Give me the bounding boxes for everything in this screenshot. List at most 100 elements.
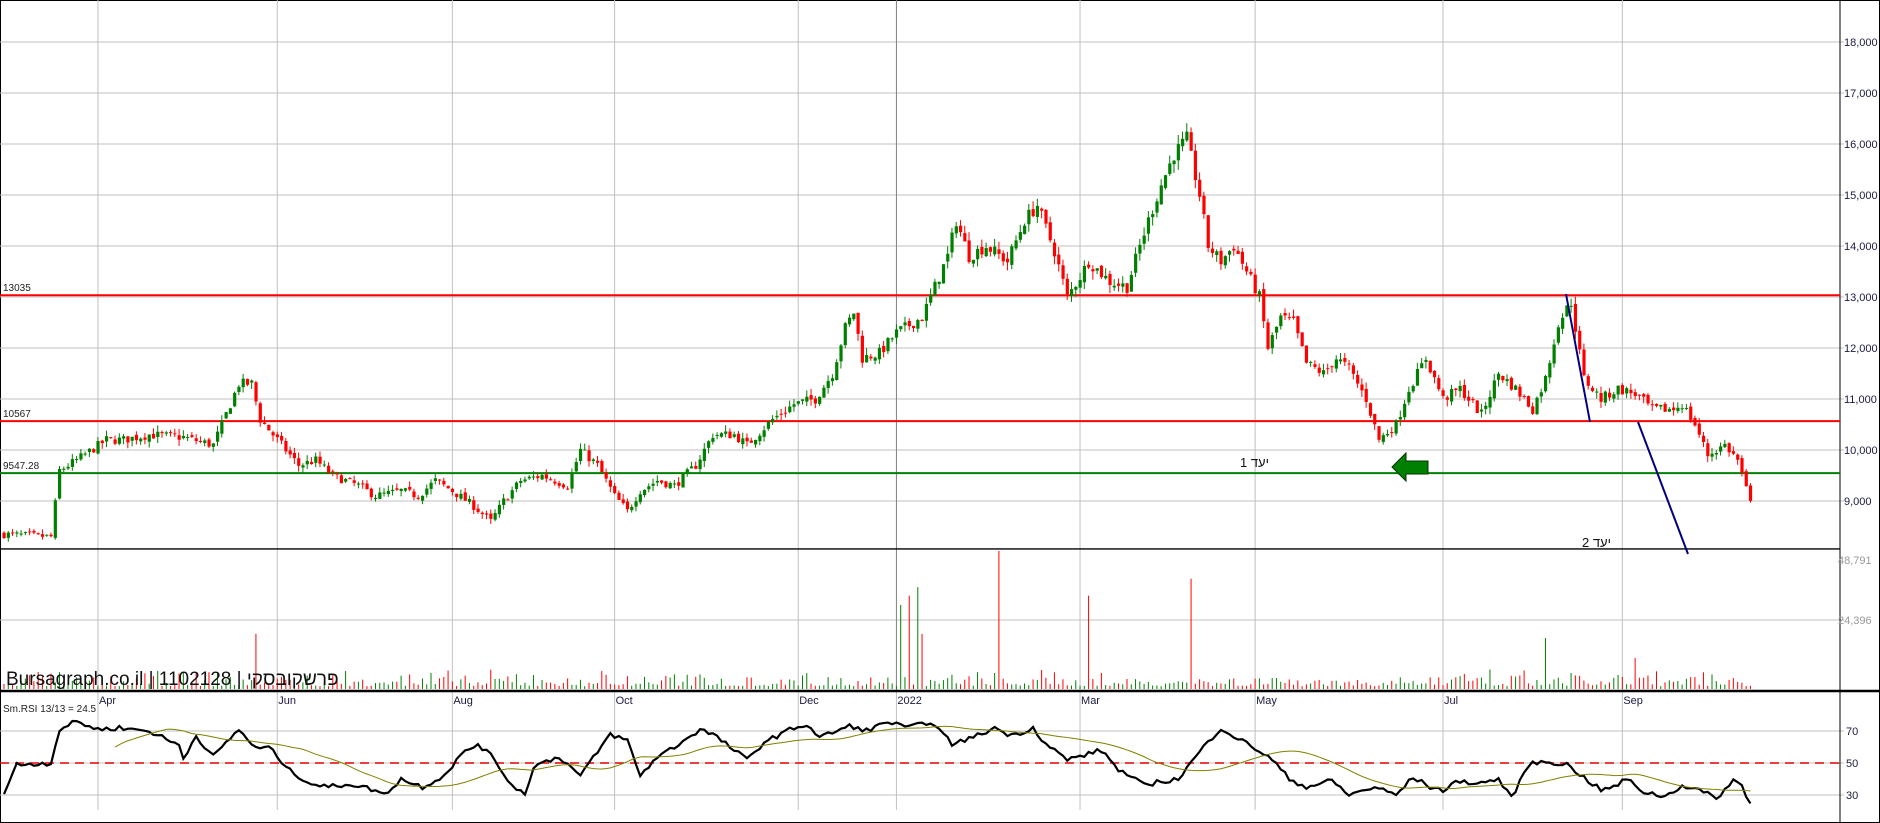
candle-up bbox=[147, 434, 151, 442]
price-tick-label: 9,000 bbox=[1844, 496, 1872, 508]
candle-up bbox=[301, 465, 305, 468]
candle-down bbox=[1057, 254, 1061, 265]
candle-down bbox=[1744, 471, 1748, 487]
candle-down bbox=[143, 437, 147, 440]
candle-down bbox=[1428, 360, 1432, 373]
candle-up bbox=[1223, 256, 1227, 266]
month-label: Sep bbox=[1623, 695, 1643, 707]
candle-down bbox=[1740, 458, 1744, 473]
candle-up bbox=[719, 433, 724, 437]
candle-down bbox=[284, 440, 288, 452]
candle-up bbox=[1151, 214, 1155, 218]
candle-down bbox=[309, 461, 314, 465]
candle-down bbox=[446, 485, 450, 489]
candle-up bbox=[954, 226, 958, 234]
candle-up bbox=[1595, 391, 1599, 393]
candle-up bbox=[1403, 403, 1407, 418]
level-label: 10567 bbox=[3, 409, 31, 420]
candle-down bbox=[1475, 400, 1479, 414]
candle-down bbox=[1304, 345, 1309, 363]
candle-up bbox=[382, 492, 386, 494]
candle-down bbox=[126, 436, 130, 443]
candle-down bbox=[395, 488, 399, 490]
candle-up bbox=[946, 253, 950, 262]
candle-up bbox=[578, 448, 583, 462]
candle-up bbox=[1155, 201, 1159, 213]
candle-up bbox=[766, 421, 771, 429]
candle-up bbox=[818, 396, 822, 404]
month-label: Apr bbox=[99, 695, 116, 707]
candle-up bbox=[724, 431, 728, 434]
candle-up bbox=[933, 281, 937, 296]
month-label: 2022 bbox=[897, 695, 921, 707]
candle-up bbox=[373, 497, 378, 499]
volume-tick-label: 24,396 bbox=[1838, 615, 1872, 627]
candle-up bbox=[993, 246, 997, 255]
candle-up bbox=[941, 264, 946, 284]
candle-down bbox=[856, 312, 860, 334]
target-2-label: יעד 2 bbox=[1582, 535, 1611, 550]
candle-down bbox=[608, 480, 613, 487]
candle-down bbox=[1326, 368, 1330, 370]
candle-up bbox=[574, 461, 578, 472]
candle-down bbox=[412, 491, 416, 498]
candle-up bbox=[1121, 283, 1125, 287]
candle-up bbox=[651, 483, 655, 486]
level-label: 9547.28 bbox=[3, 461, 40, 472]
candle-up bbox=[758, 435, 762, 442]
candle-up bbox=[6, 532, 10, 538]
candle-down bbox=[1518, 386, 1522, 397]
candle-up bbox=[822, 387, 826, 398]
candle-up bbox=[1411, 386, 1415, 392]
candle-down bbox=[1347, 363, 1351, 365]
candle-down bbox=[1432, 370, 1437, 378]
candle-up bbox=[224, 412, 228, 419]
candle-up bbox=[1181, 138, 1185, 147]
candle-up bbox=[1274, 326, 1279, 333]
candle-up bbox=[433, 478, 437, 481]
candle-down bbox=[1351, 365, 1356, 374]
candle-up bbox=[378, 492, 382, 499]
candle-down bbox=[1441, 390, 1445, 397]
candle-up bbox=[497, 504, 502, 515]
candle-down bbox=[544, 474, 548, 479]
candle-up bbox=[1112, 285, 1116, 288]
candle-down bbox=[177, 435, 181, 440]
candle-up bbox=[211, 443, 215, 447]
candle-down bbox=[297, 458, 301, 466]
candle-up bbox=[322, 464, 326, 466]
candle-down bbox=[813, 398, 817, 404]
target-1-label: יעד 1 bbox=[1240, 455, 1269, 470]
candle-up bbox=[1010, 246, 1014, 265]
candle-up bbox=[1227, 251, 1232, 255]
candle-down bbox=[967, 240, 971, 263]
candle-down bbox=[194, 438, 198, 442]
candle-up bbox=[220, 420, 224, 434]
candle-up bbox=[1385, 434, 1390, 436]
candle-up bbox=[1424, 359, 1428, 362]
candle-up bbox=[250, 380, 254, 383]
candle-up bbox=[1104, 275, 1108, 279]
candle-down bbox=[40, 534, 45, 537]
candle-down bbox=[660, 480, 664, 483]
candle-down bbox=[1065, 278, 1069, 295]
candle-up bbox=[75, 458, 79, 460]
candle-up bbox=[1309, 361, 1313, 363]
candle-down bbox=[369, 488, 373, 498]
candle-down bbox=[1390, 432, 1394, 434]
candle-down bbox=[275, 434, 279, 438]
candle-down bbox=[1731, 451, 1736, 454]
candle-down bbox=[1445, 397, 1449, 400]
candle-up bbox=[1625, 388, 1629, 394]
candle-down bbox=[198, 440, 203, 442]
candle-up bbox=[305, 460, 309, 465]
candle-up bbox=[1492, 380, 1496, 399]
candle-down bbox=[736, 433, 741, 443]
candle-up bbox=[792, 404, 796, 407]
candle-down bbox=[1467, 396, 1471, 401]
candle-down bbox=[327, 465, 331, 473]
candle-up bbox=[1676, 407, 1680, 411]
month-label: Dec bbox=[799, 695, 819, 707]
candle-up bbox=[467, 498, 472, 502]
candle-up bbox=[122, 436, 126, 439]
